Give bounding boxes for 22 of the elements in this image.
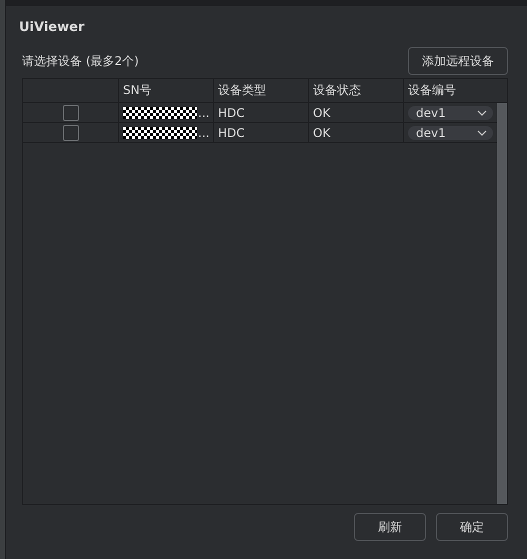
- table-cell: HDC: [218, 126, 245, 140]
- table-cell: ...: [198, 106, 210, 120]
- column-header: SN号: [123, 82, 152, 99]
- table-cell: ...: [198, 126, 210, 140]
- chevron-down-icon: [477, 130, 487, 136]
- prompt-label: 请选择设备 (最多2个): [22, 53, 139, 70]
- table-cell: OK: [313, 126, 330, 140]
- chevron-down-icon: [477, 110, 487, 116]
- device-dropdown[interactable]: dev1: [408, 126, 493, 140]
- checkbox[interactable]: [62, 104, 78, 120]
- column-header: 设备类型: [218, 82, 266, 99]
- scrollbar-thumb[interactable]: [497, 103, 507, 504]
- device-dropdown[interactable]: dev1: [408, 106, 493, 120]
- window-title: UiViewer: [19, 20, 86, 35]
- dialog-button[interactable]: 确定: [436, 513, 508, 541]
- dialog-button[interactable]: 刷新: [354, 513, 426, 541]
- checkbox[interactable]: [62, 124, 78, 140]
- table-cell: HDC: [218, 106, 245, 120]
- table-cell: OK: [313, 106, 330, 120]
- add-remote-device-button[interactable]: 添加远程设备: [408, 47, 508, 75]
- column-header: 设备编号: [408, 82, 456, 99]
- column-header: 设备状态: [313, 82, 361, 99]
